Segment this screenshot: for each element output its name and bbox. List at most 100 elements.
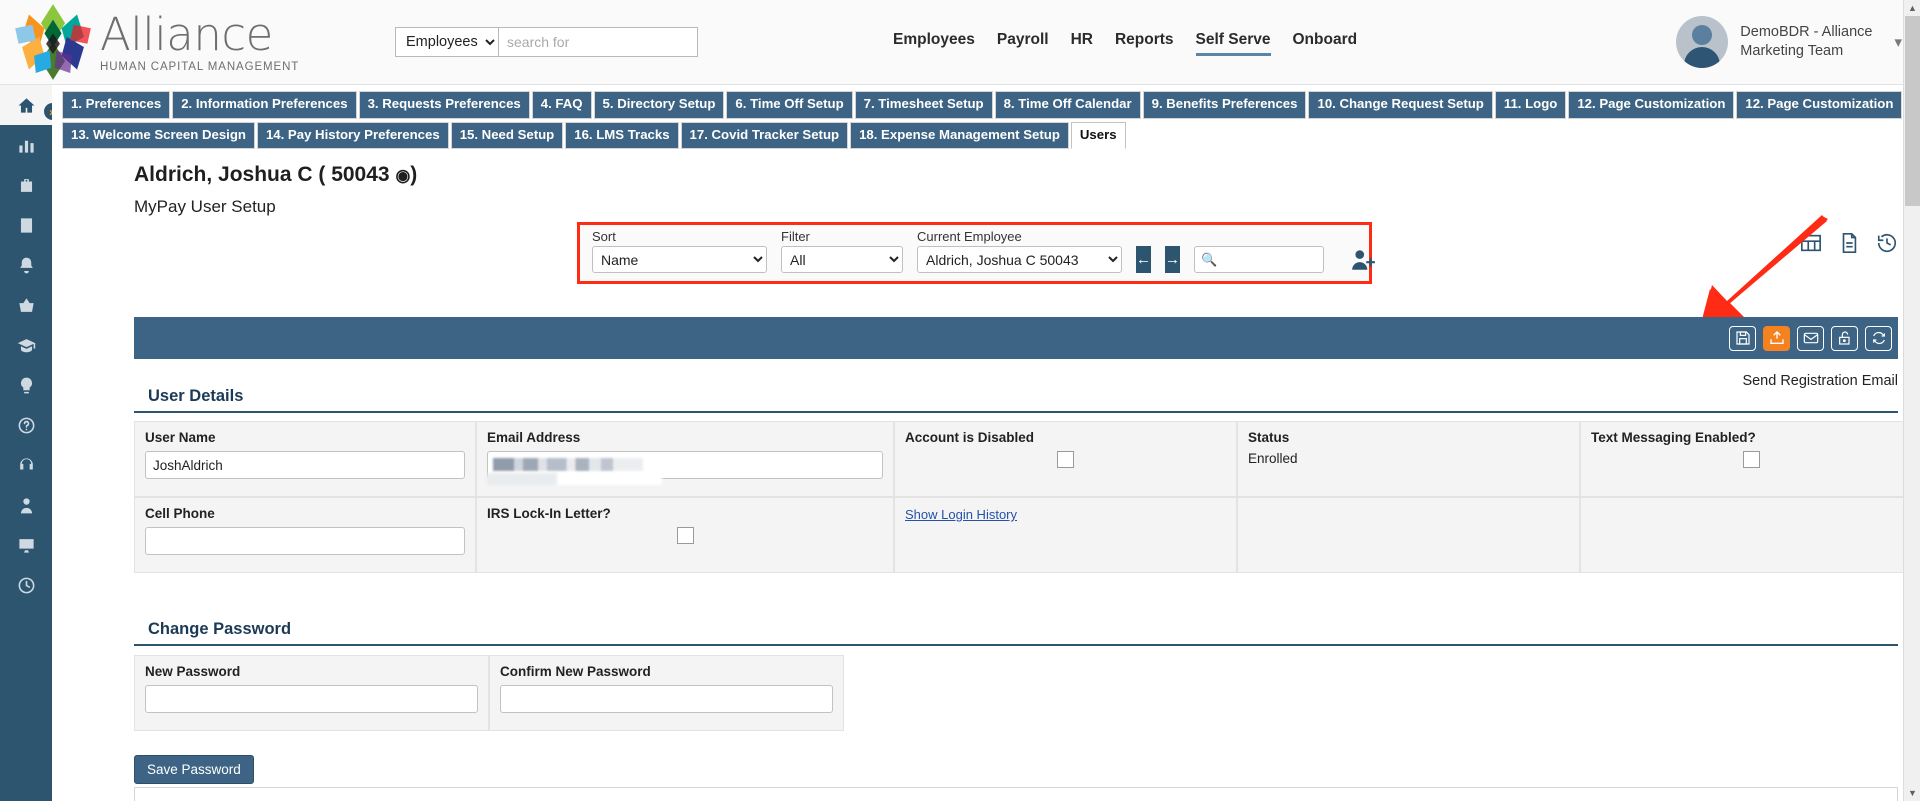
irs-lock-in-checkbox[interactable] xyxy=(676,527,694,544)
previous-employee-button[interactable]: ← xyxy=(1136,246,1151,273)
account-disabled-checkbox[interactable] xyxy=(1057,451,1074,468)
sidebar-item-support[interactable] xyxy=(0,445,52,485)
tab-information-preferences[interactable]: 2. Information Preferences xyxy=(172,91,357,119)
brand-logo[interactable]: Alliance HUMAN CAPITAL MANAGEMENT xyxy=(0,2,330,82)
user-menu[interactable]: DemoBDR - Alliance Marketing Team ▾ xyxy=(1676,16,1902,68)
scroll-down-icon[interactable]: ▼ xyxy=(1905,785,1920,801)
annotation-arrow xyxy=(1700,215,1828,327)
scroll-up-icon[interactable]: ▲ xyxy=(1905,0,1920,16)
bell-icon xyxy=(19,257,33,273)
nav-hr[interactable]: HR xyxy=(1071,31,1093,54)
new-password-input[interactable] xyxy=(145,685,478,713)
tab-lms-tracks[interactable]: 16. LMS Tracks xyxy=(565,121,679,149)
document-icon[interactable] xyxy=(1838,232,1860,259)
sidebar-item-home[interactable] xyxy=(0,85,52,125)
current-employee-select[interactable]: Aldrich, Joshua C 50043 xyxy=(917,246,1122,273)
email-redaction-overlay xyxy=(493,458,643,471)
irs-lock-in-label: IRS Lock-In Letter? xyxy=(487,506,611,521)
sidebar-item-notifications[interactable] xyxy=(0,245,52,285)
nav-reports[interactable]: Reports xyxy=(1115,31,1174,54)
sidebar-item-analytics[interactable] xyxy=(0,125,52,165)
tab-directory-setup[interactable]: 5. Directory Setup xyxy=(593,91,725,119)
grid-view-icon[interactable] xyxy=(1800,232,1822,259)
nav-payroll[interactable]: Payroll xyxy=(997,31,1049,54)
page-scrollbar[interactable]: ▲ ▼ xyxy=(1903,0,1920,801)
tab-preferences[interactable]: 1. Preferences xyxy=(62,91,171,119)
user-name-line2: Marketing Team xyxy=(1740,43,1844,59)
briefcase-icon xyxy=(20,178,32,192)
login-history-cell: Show Login History xyxy=(894,497,1237,573)
sidebar-item-help[interactable] xyxy=(0,405,52,445)
text-messaging-checkbox[interactable] xyxy=(1743,451,1760,468)
sidebar-item-building[interactable] xyxy=(0,205,52,245)
search-input[interactable] xyxy=(498,27,698,57)
app-header: Alliance HUMAN CAPITAL MANAGEMENT Employ… xyxy=(0,0,1920,85)
change-password-grid: New Password Confirm New Password xyxy=(134,655,844,731)
tab-welcome-screen-design[interactable]: 13. Welcome Screen Design xyxy=(62,121,255,149)
tab-expense-management-setup[interactable]: 18. Expense Management Setup xyxy=(850,121,1069,149)
reset-icon[interactable] xyxy=(1865,325,1892,351)
sidebar-item-profile[interactable] xyxy=(0,485,52,525)
left-sidebar: » xyxy=(0,85,61,801)
tab-time-off-setup[interactable]: 6. Time Off Setup xyxy=(726,91,853,119)
nav-employees[interactable]: Employees xyxy=(893,31,975,54)
tab-need-setup[interactable]: 15. Need Setup xyxy=(450,121,564,149)
tab-covid-tracker-setup[interactable]: 17. Covid Tracker Setup xyxy=(680,121,849,149)
search-icon: 🔍 xyxy=(1201,252,1218,267)
tab-requests-preferences[interactable]: 3. Requests Preferences xyxy=(358,91,530,119)
save-icon[interactable] xyxy=(1729,325,1756,351)
application-window: Alliance HUMAN CAPITAL MANAGEMENT Employ… xyxy=(0,0,1920,801)
tab-benefits-preferences[interactable]: 9. Benefits Preferences xyxy=(1142,91,1307,119)
clock-icon xyxy=(18,577,34,593)
tab-faq[interactable]: 4. FAQ xyxy=(531,91,592,119)
confirm-password-input[interactable] xyxy=(500,685,833,713)
show-login-history-link[interactable]: Show Login History xyxy=(905,507,1017,522)
logo-subtitle: HUMAN CAPITAL MANAGEMENT xyxy=(100,60,300,73)
sidebar-item-desktop[interactable] xyxy=(0,525,52,565)
tab-timesheet-setup[interactable]: 7. Timesheet Setup xyxy=(854,91,993,119)
current-employee-label: Current Employee xyxy=(917,229,1022,244)
nav-onboard[interactable]: Onboard xyxy=(1293,31,1358,54)
upload-registration-icon[interactable] xyxy=(1763,325,1790,351)
page-title: MyPay User Setup xyxy=(134,197,276,216)
sort-select[interactable]: Name xyxy=(592,246,767,273)
lightbulb-icon xyxy=(20,377,32,393)
email-icon[interactable] xyxy=(1797,325,1824,351)
account-disabled-cell: Account is Disabled xyxy=(894,421,1237,497)
search-scope-select[interactable]: Employees xyxy=(395,27,498,57)
change-password-divider xyxy=(134,644,1898,646)
employee-selector-toolbar: Sort Name Filter All Current Employee Al… xyxy=(577,222,1375,284)
tab-logo[interactable]: 11. Logo xyxy=(1494,91,1567,119)
unlock-icon[interactable] xyxy=(1831,325,1858,351)
tab-page-customization-a[interactable]: 12. Page Customization xyxy=(1568,91,1735,119)
sidebar-item-briefcase[interactable] xyxy=(0,165,52,205)
logo-title: Alliance xyxy=(100,7,273,61)
tab-time-off-calendar[interactable]: 8. Time Off Calendar xyxy=(994,91,1141,119)
tab-users[interactable]: Users xyxy=(1070,121,1126,149)
employee-title-close: ) xyxy=(410,163,418,186)
history-icon[interactable] xyxy=(1876,232,1898,259)
question-icon xyxy=(18,417,34,433)
sidebar-item-ideas[interactable] xyxy=(0,365,52,405)
sidebar-item-benefits[interactable] xyxy=(0,285,52,325)
tab-pay-history-preferences[interactable]: 14. Pay History Preferences xyxy=(256,121,449,149)
monitor-icon xyxy=(18,538,34,553)
eye-icon[interactable]: ◉ xyxy=(395,166,410,185)
filter-select[interactable]: All xyxy=(781,246,903,273)
person-icon xyxy=(20,497,32,513)
chevron-down-icon[interactable]: ▾ xyxy=(1894,33,1902,51)
sidebar-item-history[interactable] xyxy=(0,565,52,605)
tab-change-request-setup[interactable]: 10. Change Request Setup xyxy=(1308,91,1493,119)
user-name-input[interactable] xyxy=(145,451,465,479)
save-password-button[interactable]: Save Password xyxy=(134,755,254,784)
add-user-icon[interactable] xyxy=(1350,247,1376,273)
nav-self-serve[interactable]: Self Serve xyxy=(1195,31,1271,56)
user-details-grid: User Name Email Address Account is Disab… xyxy=(134,421,1920,573)
sort-field: Sort Name xyxy=(592,229,767,273)
scrollbar-thumb[interactable] xyxy=(1905,16,1920,206)
cell-phone-input[interactable] xyxy=(145,527,465,555)
tab-page-customization-b[interactable]: 12. Page Customization xyxy=(1736,91,1903,119)
next-employee-button[interactable]: → xyxy=(1165,246,1180,273)
current-employee-field: Current Employee Aldrich, Joshua C 50043 xyxy=(917,229,1122,273)
sidebar-item-learning[interactable] xyxy=(0,325,52,365)
